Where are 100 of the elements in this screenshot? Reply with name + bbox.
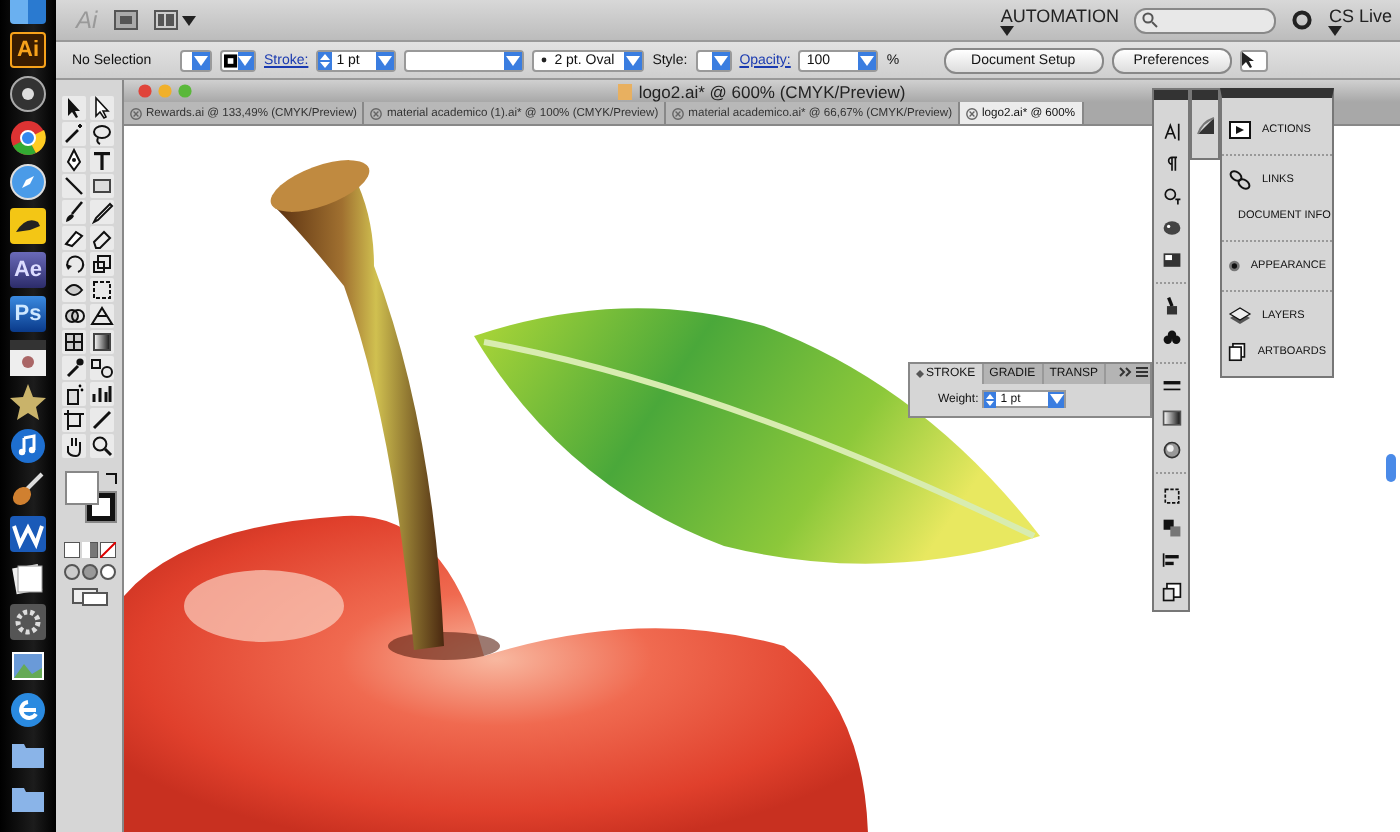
text-tool-icon[interactable] <box>90 148 114 172</box>
artboards-icon <box>1228 340 1248 364</box>
rectangle-icon[interactable] <box>90 174 114 198</box>
caret-icon <box>506 55 521 65</box>
brush-dot-icon <box>540 56 549 64</box>
rotate-icon[interactable] <box>62 252 86 276</box>
close-icon[interactable] <box>966 107 979 119</box>
scale-icon[interactable] <box>90 252 114 276</box>
workspace-switcher[interactable]: AUTOMATION <box>1000 5 1119 35</box>
spray-icon[interactable] <box>62 382 86 406</box>
caret-icon <box>860 55 875 65</box>
brush-icon[interactable] <box>62 200 86 224</box>
pathfinder-icon[interactable] <box>1159 517 1183 538</box>
transparency-icon[interactable] <box>1159 439 1183 460</box>
gradient-icon[interactable] <box>90 330 114 354</box>
line-icon[interactable] <box>62 174 86 198</box>
blob-brush-icon[interactable] <box>62 226 86 250</box>
draw-inside-icon[interactable] <box>99 564 115 580</box>
opentype-icon[interactable] <box>1159 186 1183 207</box>
music-icon[interactable] <box>10 428 46 464</box>
screen-mode-icon[interactable] <box>71 588 107 606</box>
lasso-icon[interactable] <box>90 122 114 146</box>
wave-icon[interactable] <box>10 516 46 552</box>
swatch-grid-icon[interactable] <box>1159 250 1183 271</box>
star-icon[interactable] <box>10 384 46 420</box>
gradient-swatch-icon[interactable] <box>1159 407 1183 428</box>
chrome-icon[interactable] <box>10 120 46 156</box>
play-box-icon <box>1228 118 1252 142</box>
cs-live-menu[interactable]: CS Live <box>1328 5 1392 35</box>
bird-icon[interactable] <box>10 208 46 244</box>
draw-normal-icon[interactable] <box>63 564 79 580</box>
selection-tool-dropdown[interactable] <box>1239 49 1268 71</box>
app-icon[interactable]: Ai <box>10 32 46 68</box>
guitar-icon[interactable] <box>10 472 46 508</box>
search-field[interactable] <box>1134 7 1277 33</box>
bar-graph-icon[interactable] <box>90 382 114 406</box>
blend-icon[interactable] <box>90 356 114 380</box>
draw-behind-icon[interactable] <box>81 564 97 580</box>
app-icon[interactable]: Ae <box>10 252 46 288</box>
diamond-icon <box>916 370 924 378</box>
shape-builder-icon[interactable] <box>62 304 86 328</box>
variable-width-dropdown[interactable] <box>404 49 525 71</box>
globe-icon[interactable] <box>10 692 46 728</box>
close-icon[interactable] <box>370 107 383 119</box>
caret-icon <box>1049 394 1064 404</box>
artboard-icon[interactable] <box>62 408 86 432</box>
gear-icon[interactable] <box>10 604 46 640</box>
palette-icon[interactable] <box>1159 218 1183 239</box>
artboard-stack-icon[interactable] <box>1159 582 1183 603</box>
close-icon[interactable] <box>130 107 142 119</box>
close-icon[interactable] <box>672 107 685 119</box>
club-icon[interactable] <box>1159 328 1183 350</box>
hand-icon[interactable] <box>62 434 86 458</box>
warp-icon[interactable] <box>62 278 86 302</box>
mesh-icon[interactable] <box>62 330 86 354</box>
character-icon[interactable] <box>1159 122 1183 143</box>
transform-icon[interactable] <box>1159 485 1183 506</box>
zoom-icon[interactable] <box>90 434 114 458</box>
panel-menu-icon[interactable] <box>1134 364 1150 380</box>
pen-icon[interactable] <box>62 148 86 172</box>
fill-dropdown[interactable] <box>180 49 212 71</box>
stroke-swatch-icon <box>224 53 238 67</box>
stepper-icon[interactable] <box>318 51 333 69</box>
chain-link-icon <box>1228 168 1252 192</box>
app-icon[interactable]: Ps <box>10 296 46 332</box>
wand-icon[interactable] <box>62 122 86 146</box>
eyedropper-icon[interactable] <box>62 356 86 380</box>
perspective-grid-icon[interactable] <box>90 304 114 328</box>
align-icon[interactable] <box>1159 549 1183 571</box>
close-window-icon[interactable] <box>138 84 152 98</box>
stroke-weight-icon[interactable] <box>1159 375 1183 396</box>
arrange-documents-icon[interactable] <box>153 10 178 30</box>
cs-live-icon[interactable] <box>1292 10 1313 30</box>
compass-icon[interactable] <box>10 164 46 200</box>
collapse-icon[interactable] <box>1118 364 1134 380</box>
style-dropdown[interactable] <box>695 49 732 71</box>
clapperboard-icon[interactable] <box>10 340 46 376</box>
stepper-icon[interactable] <box>984 391 997 407</box>
gradient-mode-icon[interactable] <box>81 542 97 558</box>
papers-icon[interactable] <box>10 560 46 596</box>
pencil-icon[interactable] <box>90 200 114 224</box>
bridge-icon[interactable] <box>113 10 138 30</box>
none-mode-icon[interactable] <box>99 542 115 558</box>
gradient-panel-icon[interactable] <box>1195 116 1215 136</box>
stroke-dropdown[interactable] <box>220 49 256 71</box>
search-icon <box>1142 12 1159 28</box>
caret-icon <box>238 55 253 65</box>
color-mode-icon[interactable] <box>63 542 79 558</box>
arrow-cursor-icon[interactable] <box>62 96 86 120</box>
eraser-icon[interactable] <box>90 226 114 250</box>
caret-icon <box>1328 25 1343 35</box>
scrollbar-thumb[interactable] <box>1386 454 1396 482</box>
document-icon <box>618 83 633 99</box>
caret-icon <box>378 55 393 65</box>
gauge-icon[interactable] <box>10 76 46 112</box>
hollow-arrow-icon[interactable] <box>90 96 114 120</box>
slice-icon[interactable] <box>90 408 114 432</box>
arrow-cursor-icon <box>1241 52 1254 68</box>
photo-icon[interactable] <box>10 648 46 684</box>
free-transform-icon[interactable] <box>90 278 114 302</box>
